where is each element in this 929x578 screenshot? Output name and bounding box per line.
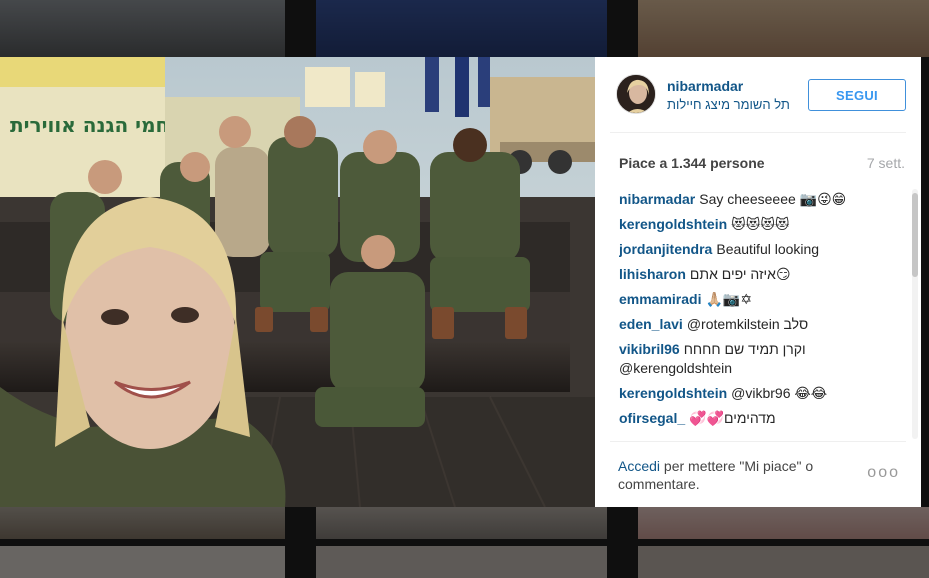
comment-username[interactable]: emmamiradi — [619, 291, 701, 307]
post-username[interactable]: nibarmadar — [667, 78, 743, 94]
post-footer: Accedi per mettere "Mi piace" o commenta… — [610, 441, 906, 493]
comment-text: איזה יפים אתם😏 — [689, 266, 791, 282]
comment-text: 😻😻😻😻 — [731, 216, 790, 232]
comment-item: lihisharon איזה יפים אתם😏 — [619, 265, 909, 284]
login-link[interactable]: Accedi — [618, 458, 660, 474]
login-prompt: Accedi per mettere "Mi piace" o commenta… — [618, 457, 848, 493]
likes-count[interactable]: Piace a 1.344 persone — [619, 155, 765, 171]
post-photo[interactable]: לוחמי הגנה אווירית — [0, 57, 595, 507]
comment-text: @rotemkilstein סלב — [686, 316, 809, 332]
comment-username[interactable]: eden_lavi — [619, 316, 683, 332]
comment-username[interactable]: jordanjitendra — [619, 241, 712, 257]
comment-username[interactable]: ofirsegal_ — [619, 410, 685, 426]
comment-item: jordanjitendra Beautiful looking — [619, 240, 909, 259]
post-timestamp[interactable]: 7 sett. — [867, 155, 905, 171]
post-location[interactable]: תל השומר מיצג חיילות — [667, 97, 790, 112]
comments-scrollbar[interactable] — [912, 189, 918, 439]
comment-item: nibarmadar Say cheeseeee 📷😜😁 — [619, 190, 909, 209]
comment-text: 💞💞מדהימים — [689, 410, 776, 426]
comment-text: 🙏🏼📷✡ — [705, 291, 753, 307]
comment-text: Say cheeseeee 📷😜😁 — [699, 191, 847, 207]
more-options-icon[interactable]: ooo — [867, 464, 900, 482]
comment-item: kerengoldshtein @vikbr96 😂😂 — [619, 384, 909, 403]
comment-item: kerengoldshtein 😻😻😻😻 — [619, 215, 909, 234]
svg-text:לוחמי הגנה אווירית: לוחמי הגנה אווירית — [10, 113, 188, 137]
post-modal: לוחמי הגנה אווירית nibarmadar תל השומר מ… — [0, 57, 921, 507]
comment-text: @vikbr96 😂😂 — [731, 385, 828, 401]
comment-item: vikibril96 וקרן תמיד שם חחחח @kerengoldsh… — [619, 340, 909, 378]
follow-button[interactable]: SEGUI — [808, 79, 906, 111]
photo-illustration: לוחמי הגנה אווירית — [0, 57, 595, 507]
comment-username[interactable]: nibarmadar — [619, 191, 695, 207]
scrollbar-thumb[interactable] — [912, 193, 918, 277]
comment-text: Beautiful looking — [716, 241, 820, 257]
comment-username[interactable]: lihisharon — [619, 266, 686, 282]
avatar[interactable] — [616, 74, 656, 114]
post-header: nibarmadar תל השומר מיצג חיילות SEGUI — [610, 57, 906, 133]
comments-list[interactable]: nibarmadar Say cheeseeee 📷😜😁 kerengoldshte… — [619, 190, 909, 440]
comment-item: eden_lavi @rotemkilstein סלב — [619, 315, 909, 334]
comment-item: emmamiradi 🙏🏼📷✡ — [619, 290, 909, 309]
comment-username[interactable]: vikibril96 — [619, 341, 680, 357]
likes-row: Piace a 1.344 persone 7 sett. — [619, 155, 905, 171]
comment-item: ofirsegal_ 💞💞מדהימים — [619, 409, 909, 428]
avatar-image — [617, 75, 655, 113]
post-details-panel: nibarmadar תל השומר מיצג חיילות SEGUI Pi… — [595, 57, 921, 507]
comment-username[interactable]: kerengoldshtein — [619, 216, 727, 232]
comment-username[interactable]: kerengoldshtein — [619, 385, 727, 401]
